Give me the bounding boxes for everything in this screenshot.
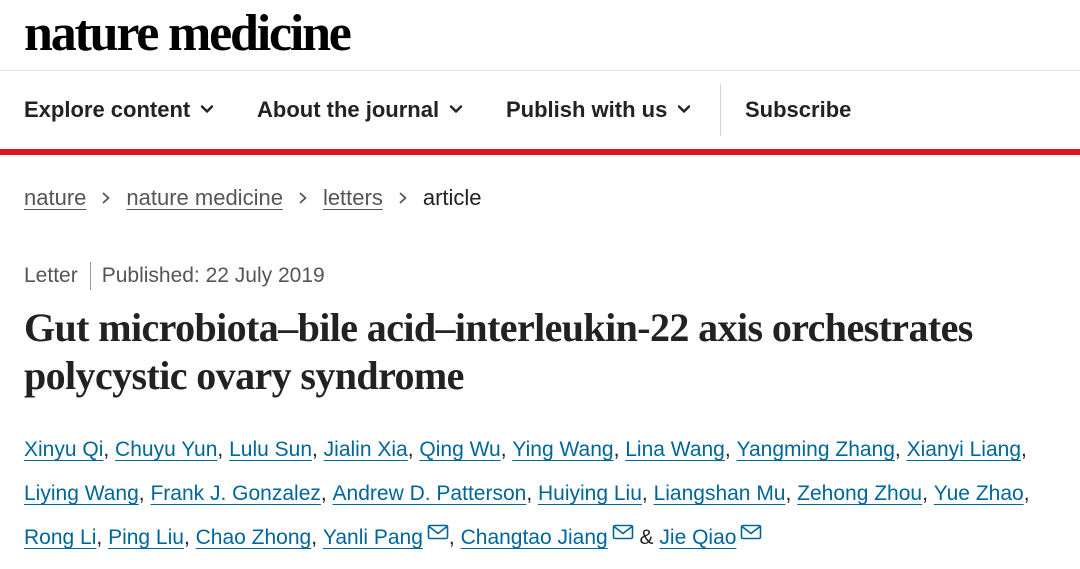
author-separator: & [633, 526, 660, 549]
author-item: Lina Wang, [625, 438, 736, 461]
author-item: Jialin Xia, [324, 438, 420, 461]
author-item: Yanli Pang, [323, 524, 461, 549]
author-separator: , [613, 438, 626, 461]
author-separator: , [448, 526, 461, 549]
author-link[interactable]: Changtao Jiang [461, 526, 608, 549]
author-item: Zehong Zhou, [797, 482, 934, 505]
nav-about-the-journal-label: About the journal [257, 97, 440, 122]
nav-divider [720, 84, 721, 136]
author-separator: , [217, 438, 230, 461]
author-item: Xinyu Qi, [24, 438, 115, 461]
published-date: Published: 22 July 2019 [101, 264, 325, 287]
author-separator: , [96, 526, 109, 549]
chevron-down-icon [678, 105, 691, 113]
header-accent-rule [0, 149, 1080, 155]
author-item: Liangshan Mu, [654, 482, 798, 505]
nav-about-the-journal[interactable]: About the journal [257, 71, 463, 149]
author-link[interactable]: Andrew D. Patterson [333, 482, 527, 505]
breadcrumb-letters[interactable]: letters [323, 185, 383, 211]
author-separator: , [922, 482, 934, 505]
author-link[interactable]: Rong Li [24, 526, 96, 549]
nav-subscribe-label: Subscribe [745, 97, 852, 122]
breadcrumb: nature nature medicine letters article [24, 182, 482, 214]
author-link[interactable]: Liangshan Mu [654, 482, 786, 505]
author-item: Frank J. Gonzalez, [150, 482, 332, 505]
author-separator: , [138, 482, 151, 505]
author-link[interactable]: Lulu Sun [229, 438, 312, 461]
main-nav: Explore content About the journal Publis… [0, 71, 1080, 149]
author-separator: , [1021, 438, 1027, 461]
article-meta: Letter Published: 22 July 2019 [24, 261, 325, 291]
author-item: Jie Qiao [659, 524, 762, 549]
author-link[interactable]: Huiying Liu [538, 482, 642, 505]
author-link[interactable]: Liying Wang [24, 482, 139, 505]
chevron-right-icon [299, 192, 307, 204]
author-link[interactable]: Qing Wu [419, 438, 500, 461]
chevron-right-icon [399, 192, 407, 204]
author-separator: , [183, 526, 196, 549]
author-separator: , [320, 482, 333, 505]
author-item: Chao Zhong, [196, 526, 323, 549]
chevron-down-icon [449, 105, 463, 113]
meta-divider [89, 262, 91, 290]
nav-publish-with-us[interactable]: Publish with us [506, 71, 691, 149]
author-item: Ying Wang, [512, 438, 625, 461]
nav-explore-content-label: Explore content [24, 97, 191, 122]
author-separator: , [724, 438, 737, 461]
author-link[interactable]: Jie Qiao [659, 526, 736, 549]
author-separator: , [500, 438, 513, 461]
breadcrumb-nature-medicine[interactable]: nature medicine [126, 185, 283, 211]
author-item: Ping Liu, [108, 526, 196, 549]
envelope-icon[interactable] [427, 524, 449, 540]
author-item: Huiying Liu, [538, 482, 654, 505]
author-item: Rong Li, [24, 526, 108, 549]
author-item: Changtao Jiang & [461, 524, 660, 549]
nature-medicine-logo[interactable]: nature medicine [24, 4, 352, 64]
author-item: Lulu Sun, [229, 438, 324, 461]
author-link[interactable]: Ping Liu [108, 526, 184, 549]
author-link[interactable]: Yue Zhao [934, 482, 1024, 505]
author-separator: , [894, 438, 907, 461]
author-separator: , [407, 438, 420, 461]
breadcrumb-nature[interactable]: nature [24, 185, 86, 211]
author-separator: , [785, 482, 798, 505]
envelope-icon[interactable] [740, 524, 762, 540]
article-title: Gut microbiota–bile acid–interleukin-22 … [24, 305, 973, 398]
author-item: Andrew D. Patterson, [333, 482, 538, 505]
envelope-icon[interactable] [612, 524, 634, 540]
author-item: Xianyi Liang, [907, 438, 1027, 461]
author-link[interactable]: Chuyu Yun [115, 438, 217, 461]
author-link[interactable]: Zehong Zhou [797, 482, 922, 505]
author-item: Qing Wu, [419, 438, 512, 461]
author-item: Chuyu Yun, [115, 438, 229, 461]
author-link[interactable]: Ying Wang [512, 438, 613, 461]
author-item: Liying Wang, [24, 482, 150, 505]
author-item: Yangming Zhang, [737, 438, 907, 461]
nav-publish-with-us-label: Publish with us [506, 97, 668, 122]
author-separator: , [312, 438, 324, 461]
author-item: Yue Zhao, [934, 482, 1030, 505]
nav-subscribe[interactable]: Subscribe [745, 71, 851, 149]
author-separator: , [103, 438, 116, 461]
author-link[interactable]: Xinyu Qi [24, 438, 103, 461]
breadcrumb-current: article [422, 185, 482, 210]
author-separator: , [526, 482, 538, 505]
author-link[interactable]: Lina Wang [625, 438, 725, 461]
brand-header: nature medicine [0, 0, 1080, 71]
chevron-down-icon [201, 105, 214, 113]
nav-explore-content[interactable]: Explore content [24, 71, 214, 149]
author-link[interactable]: Jialin Xia [324, 438, 408, 461]
article-type: Letter [24, 264, 78, 287]
author-link[interactable]: Yanli Pang [323, 526, 423, 549]
author-separator: , [311, 526, 323, 549]
author-list: Xinyu Qi, Chuyu Yun, Lulu Sun, Jialin Xi… [24, 428, 1074, 560]
chevron-right-icon [102, 192, 110, 204]
author-separator: , [641, 482, 654, 505]
author-separator: , [1023, 482, 1030, 505]
author-link[interactable]: Xianyi Liang [907, 438, 1021, 461]
author-link[interactable]: Chao Zhong [196, 526, 312, 549]
author-link[interactable]: Frank J. Gonzalez [150, 482, 320, 505]
author-link[interactable]: Yangming Zhang [737, 438, 895, 461]
